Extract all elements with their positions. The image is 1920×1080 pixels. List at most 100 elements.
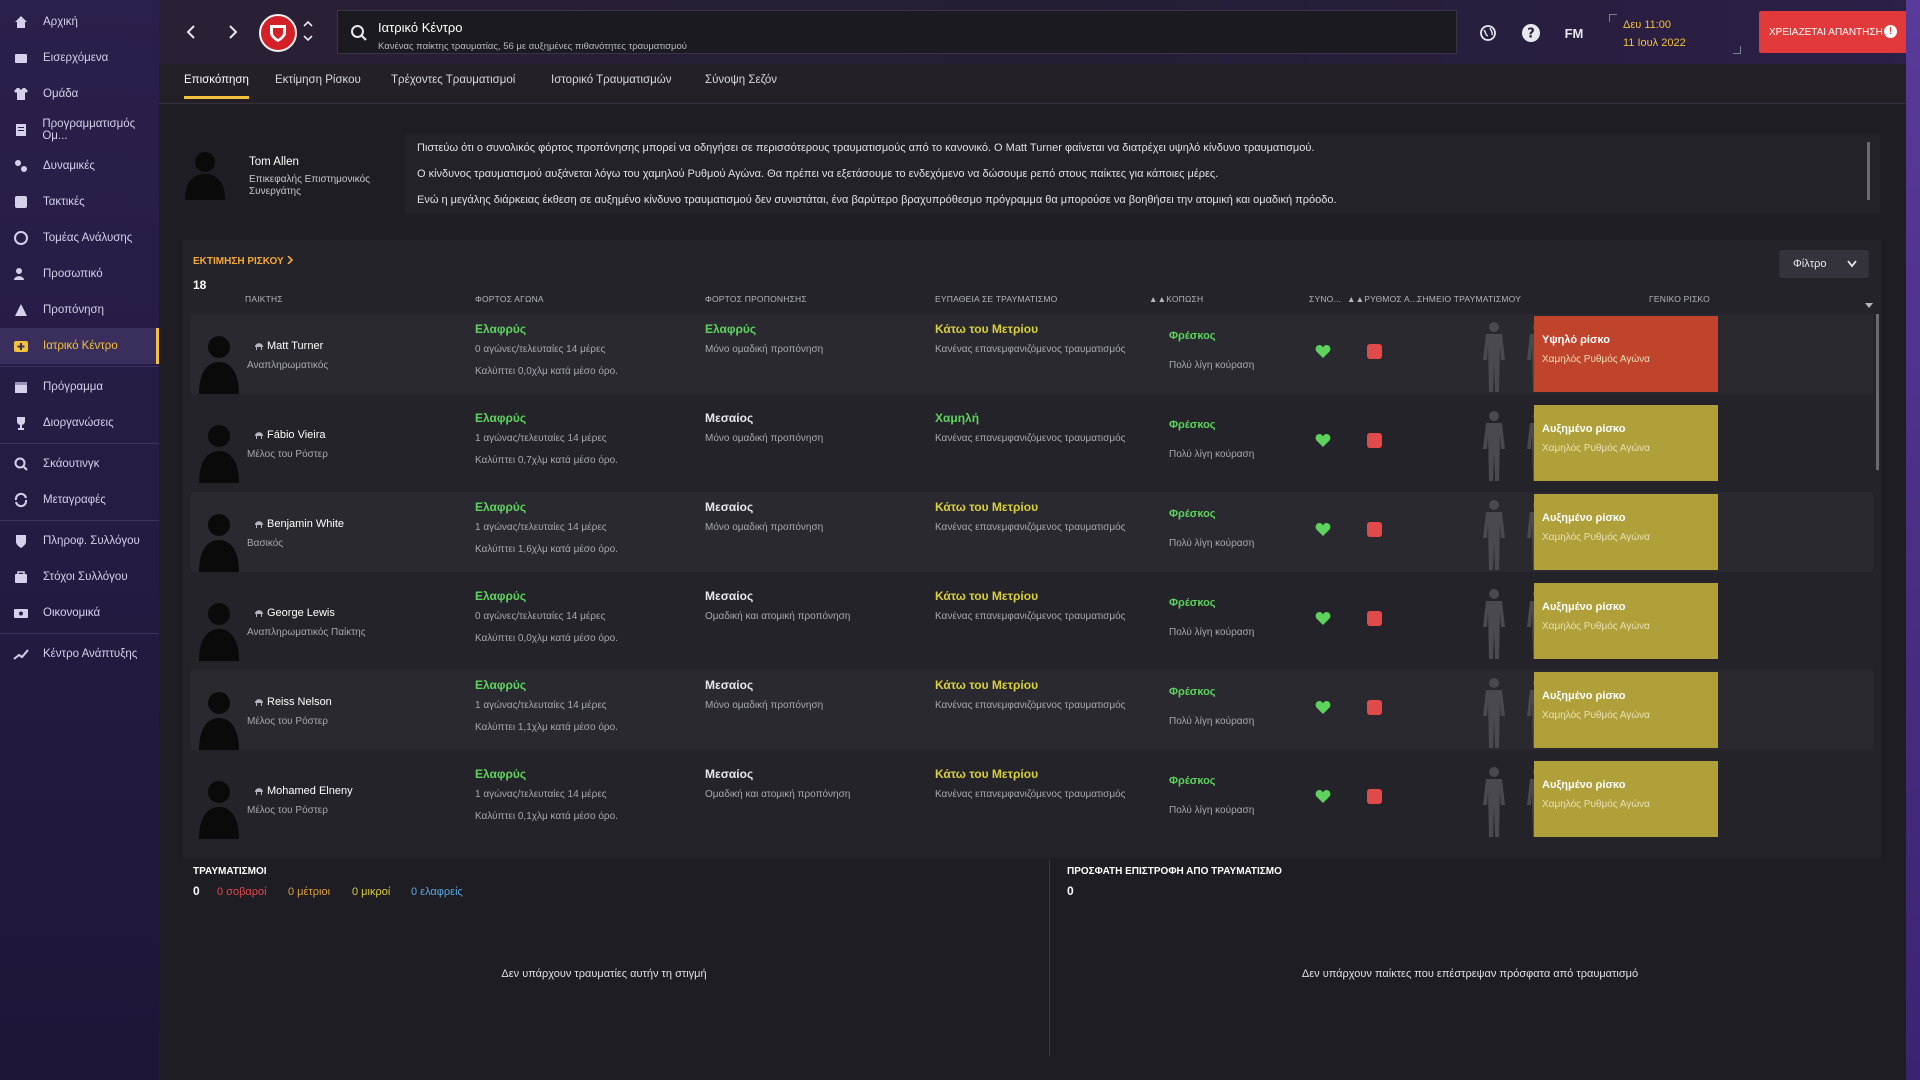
corner-mark-icon [1733,46,1741,54]
table-row[interactable]: Benjamin White Βασικός Ελαφρύς 1 αγώνας/… [191,492,1873,572]
back-button[interactable] [179,20,203,44]
column-header-condition[interactable]: ΣΥΝΟ... [1309,294,1341,304]
injuries-minor[interactable]: 0 μικροί [352,886,390,898]
overall-risk-badge[interactable]: Αυξημένο ρίσκο Χαμηλός Ρυθμός Αγώνα [1534,494,1718,570]
person-silhouette-icon [199,336,239,394]
player-name[interactable]: Fábio Vieira [267,429,326,441]
column-header-susceptibility[interactable]: ΕΥΠΑΘΕΙΑ ΣΕ ΤΡΑΥΜΑΤΙΣΜΟ [935,294,1057,304]
sidebar-item-home[interactable]: Αρχική [0,4,159,40]
sidebar-item-training[interactable]: Προπόνηση [0,292,159,328]
tab-overview[interactable]: Επισκόπηση [184,74,249,99]
fatigue-detail: Πολύ λίγη κούραση [1169,360,1255,371]
overall-risk-value: Αυξημένο ρίσκο [1542,423,1626,435]
player-name[interactable]: George Lewis [267,607,335,619]
player-name[interactable]: Matt Turner [267,340,323,352]
club-switcher[interactable] [303,18,313,49]
player-avatar[interactable] [199,686,239,755]
risk-assessment-link[interactable]: ΕΚΤΙΜΗΣΗ ΡΙΣΚΟΥ [193,255,293,267]
column-header-overall-risk[interactable]: ΓΕΝΙΚΟ ΡΙΣΚΟ [1649,294,1710,304]
overall-risk-badge[interactable]: Αυξημένο ρίσκο Χαμηλός Ρυθμός Αγώνα [1534,405,1718,481]
player-name[interactable]: Benjamin White [267,518,344,530]
sidebar-item-schedule[interactable]: Πρόγραμμα [0,369,159,405]
table-row[interactable]: Matt Turner Αναπληρωματικός Ελαφρύς 0 αγ… [191,314,1873,394]
filter-button[interactable]: Φίλτρο [1779,250,1869,278]
overall-risk-badge[interactable]: Αυξημένο ρίσκο Χαμηλός Ρυθμός Αγώνα [1534,761,1718,837]
sidebar-item-squad-planner[interactable]: Προγραμματισμός Ομ... [0,112,159,148]
sidebar-item-squad[interactable]: Ομάδα [0,76,159,112]
tab-current-injuries[interactable]: Τρέχοντες Τραυματισμοί [391,74,515,96]
sidebar-item-club-info[interactable]: Πληροφ. Συλλόγου [0,523,159,559]
injuries-serious[interactable]: 0 σοβαροί [217,886,267,898]
tab-season-summary[interactable]: Σύνοψη Σεζόν [705,74,777,96]
world-button[interactable] [1477,22,1499,44]
table-row[interactable]: Mohamed Elneny Μέλος του Ρόστερ Ελαφρύς … [191,759,1873,839]
injuries-empty-message: Δεν υπάρχουν τραυματίες αυτήν τη στιγμή [501,968,707,980]
column-header-injury-point[interactable]: ΣΗΜΕΙΟ ΤΡΑΥΜΑΤΙΣΜΟΥ [1417,294,1521,304]
game-date[interactable]: Δευ 11:00 11 Ιουλ 2022 [1609,14,1741,54]
column-header-fatigue[interactable]: ▲▲ΚΟΠΩΣΗ [1149,294,1203,304]
overall-risk-badge[interactable]: Αυξημένο ρίσκο Χαμηλός Ρυθμός Αγώνα [1534,672,1718,748]
sidebar-item-development-centre[interactable]: Κέντρο Ανάπτυξης [0,636,159,672]
chevron-right-icon [286,255,293,265]
sidebar-item-tactics[interactable]: Τακτικές [0,184,159,220]
training-icon [12,301,30,319]
top-bar: Ιατρικό Κέντρο Κανένας παίκτης τραυματία… [159,0,1920,64]
sidebar-item-finances[interactable]: Οικονομικά [0,595,159,631]
forward-button[interactable] [221,20,245,44]
sidebar-item-label: Μεταγραφές [43,494,106,506]
player-avatar[interactable] [199,330,239,399]
search-bar[interactable]: Ιατρικό Κέντρο Κανένας παίκτης τραυματία… [337,10,1457,54]
sidebar-item-medical-centre[interactable]: Ιατρικό Κέντρο [0,328,159,364]
sidebar-divider [0,633,159,634]
susceptibility-detail: Κανένας επανεμφανιζόμενος τραυματισμός [935,789,1126,800]
fm-menu-button[interactable]: FM [1563,22,1585,44]
tab-injury-history[interactable]: Ιστορικό Τραυματισμών [551,74,672,96]
scrollbar[interactable] [1867,142,1870,200]
fatigue-detail: Πολύ λίγη κούραση [1169,716,1255,727]
table-row[interactable]: Fábio Vieira Μέλος του Ρόστερ Ελαφρύς 1 … [191,403,1873,483]
sidebar-item-analysis[interactable]: Τομέας Ανάλυσης [0,220,159,256]
sidebar-item-dynamics[interactable]: Δυναμικές [0,148,159,184]
player-name[interactable]: Reiss Nelson [267,696,332,708]
player-avatar[interactable] [199,775,239,844]
column-header-match-load[interactable]: ΦΟΡΤΟΣ ΑΓΩΝΑ [475,294,544,304]
sidebar-item-staff[interactable]: Προσωπικό [0,256,159,292]
column-menu-button[interactable] [1865,296,1873,314]
sidebar-item-label: Ομάδα [43,88,79,100]
sidebar-item-transfers[interactable]: Μεταγραφές [0,482,159,518]
sharpness-icon [1367,700,1382,715]
table-row[interactable]: George Lewis Αναπληρωματικός Παίκτης Ελα… [191,581,1873,661]
body-front-icon [1481,409,1507,488]
advisor-avatar[interactable] [183,148,227,205]
column-header-training-load[interactable]: ΦΟΡΤΟΣ ΠΡΟΠΟΝΗΣΗΣ [705,294,807,304]
player-avatar[interactable] [199,597,239,666]
continue-button[interactable]: ΧΡΕΙΑΖΕΤΑΙ ΑΠΑΝΤΗΣΗ ! [1759,11,1907,53]
goals-icon [12,568,30,586]
player-avatar[interactable] [199,508,239,577]
sidebar-item-club-vision[interactable]: Στόχοι Συλλόγου [0,559,159,595]
column-header-sharpness[interactable]: ▲▲ΡΥΘΜΟΣ Α... [1347,294,1418,304]
scrollbar[interactable] [1876,314,1879,470]
column-header-player[interactable]: ΠΑΙΚΤΗΣ [245,294,283,304]
injuries-light[interactable]: 0 ελαφρείς [411,886,463,898]
match-load-value: Ελαφρύς [475,767,527,781]
tab-risk-assessment[interactable]: Εκτίμηση Ρίσκου [275,74,361,96]
match-load-value: Ελαφρύς [475,589,527,603]
sidebar-item-label: Διοργανώσεις [43,417,114,429]
player-name[interactable]: Mohamed Elneny [267,785,353,797]
sidebar-item-scouting[interactable]: Σκάουτινγκ [0,446,159,482]
advisor-name[interactable]: Tom Allen [249,156,299,168]
body-front-icon [1481,320,1507,399]
injuries-medium[interactable]: 0 μέτριοι [288,886,330,898]
heart-icon [1315,790,1331,803]
overall-risk-badge[interactable]: Αυξημένο ρίσκο Χαμηλός Ρυθμός Αγώνα [1534,583,1718,659]
help-button[interactable]: ? [1520,22,1542,44]
sidebar-item-competitions[interactable]: Διοργανώσεις [0,405,159,441]
heart-icon [1315,523,1331,536]
club-crest[interactable] [259,14,297,52]
overall-risk-badge[interactable]: Υψηλό ρίσκο Χαμηλός Ρυθμός Αγώνα [1534,316,1718,392]
sidebar-item-inbox[interactable]: Εισερχόμενα [0,40,159,76]
advice-line: Πιστεύω ότι ο συνολικός φόρτος προπόνηση… [417,142,1315,154]
table-row[interactable]: Reiss Nelson Μέλος του Ρόστερ Ελαφρύς 1 … [191,670,1873,750]
player-avatar[interactable] [199,419,239,488]
